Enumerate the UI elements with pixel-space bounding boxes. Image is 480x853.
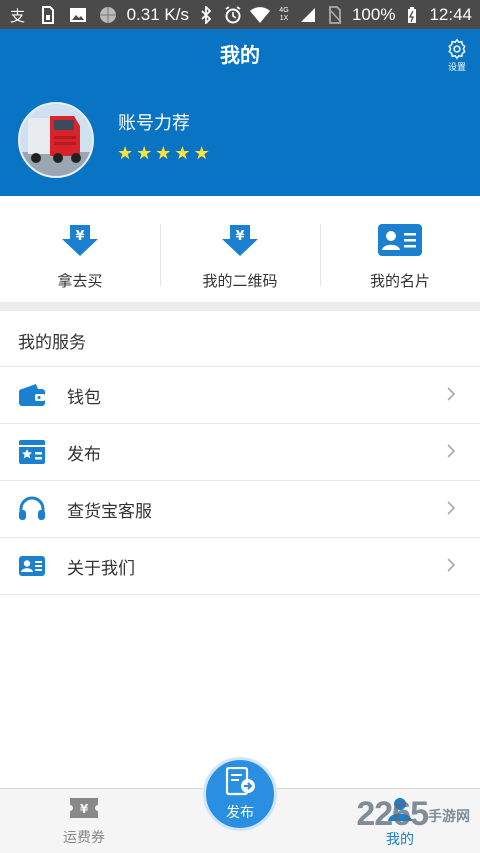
alipay-icon: 支: [8, 6, 28, 24]
svg-text:支: 支: [10, 7, 25, 24]
battery-charging-icon: [402, 6, 422, 24]
list-item-about-us[interactable]: 关于我们: [0, 538, 480, 595]
gallery-icon: [68, 6, 88, 24]
contact-card-icon: [17, 551, 47, 581]
alarm-icon: [223, 5, 243, 24]
clock: 12:44: [429, 4, 472, 24]
basketball-icon: [98, 6, 118, 24]
chevron-right-icon: [446, 500, 456, 520]
sim-card-icon: [38, 5, 58, 24]
svg-text:¥: ¥: [235, 229, 244, 244]
yuan-download-icon: ¥: [221, 223, 259, 261]
list-item-label: 钱包: [67, 387, 101, 408]
list-item-wallet[interactable]: 钱包: [0, 367, 480, 424]
services-title: 我的服务: [18, 333, 86, 353]
settings-label: 设置: [447, 63, 466, 73]
tab-label: 运费券: [63, 830, 105, 846]
rating-stars: ★ ★ ★ ★ ★: [117, 145, 210, 163]
shortcut-label: 我的二维码: [202, 272, 278, 290]
svg-text:¥: ¥: [80, 802, 89, 816]
star-icon: ★: [136, 143, 153, 164]
network-speed: 0.31 K/s: [126, 4, 189, 24]
wallet-icon: [17, 380, 47, 410]
signal-icon: [298, 6, 318, 24]
bluetooth-icon: [196, 5, 216, 24]
list-item-customer-service[interactable]: 查货宝客服: [0, 481, 480, 538]
shortcut-label: 拿去买: [57, 272, 103, 290]
shortcut-label: 我的名片: [369, 272, 430, 290]
list-item-label: 查货宝客服: [67, 501, 152, 522]
shortcut-business-card[interactable]: 我的名片: [320, 196, 480, 302]
list-item-label: 发布: [67, 444, 101, 465]
chevron-right-icon: [446, 386, 456, 406]
settings-button[interactable]: 设置: [444, 38, 470, 73]
business-card-icon: [377, 223, 423, 261]
battery-percent: 100%: [351, 4, 396, 24]
chevron-right-icon: [446, 557, 456, 577]
page-title: 我的: [220, 43, 260, 67]
chevron-right-icon: [446, 443, 456, 463]
shortcut-bar: ¥ 拿去买 ¥ 我的二维码 我的名片: [0, 196, 480, 302]
star-icon: ★: [155, 143, 172, 164]
avatar[interactable]: [18, 102, 94, 178]
status-bar: 支 0.31 K/s 4G 1X 100% 12:44: [0, 0, 480, 29]
publish-doc-icon: [223, 766, 257, 801]
shortcut-buy[interactable]: ¥ 拿去买: [0, 196, 160, 302]
list-item-label: 关于我们: [67, 558, 135, 579]
svg-text:¥: ¥: [75, 229, 84, 244]
yuan-download-icon: ¥: [61, 223, 99, 261]
gear-icon: [446, 38, 468, 63]
username: 账号力荐: [118, 113, 190, 134]
list-item-publish[interactable]: 发布: [0, 424, 480, 481]
star-icon: ★: [117, 143, 134, 164]
shortcut-qrcode[interactable]: ¥ 我的二维码: [160, 196, 320, 302]
wifi-icon: [249, 6, 270, 24]
headset-icon: [17, 494, 47, 524]
no-sim-icon: [325, 5, 345, 24]
publish-label: 发布: [226, 804, 254, 821]
watermark-logo: 2265手游网: [356, 795, 470, 833]
publish-card-icon: [17, 437, 47, 467]
coupon-icon: ¥: [69, 798, 99, 823]
publish-fab[interactable]: 发布: [203, 757, 277, 831]
star-icon: ★: [193, 143, 210, 164]
services-list: 钱包 发布 查货宝客服 关于我们: [0, 366, 480, 595]
tab-freight-coupon[interactable]: ¥ 运费券: [34, 797, 134, 847]
section-divider: [0, 302, 480, 311]
network-type-icon: 4G 1X: [279, 6, 289, 22]
star-icon: ★: [174, 143, 191, 164]
bottom-tab-bar: ¥ 运费券 发布 我的 2265手游网: [0, 757, 480, 853]
profile-header: 我的 设置 账号力荐 ★ ★ ★ ★ ★: [0, 29, 480, 196]
